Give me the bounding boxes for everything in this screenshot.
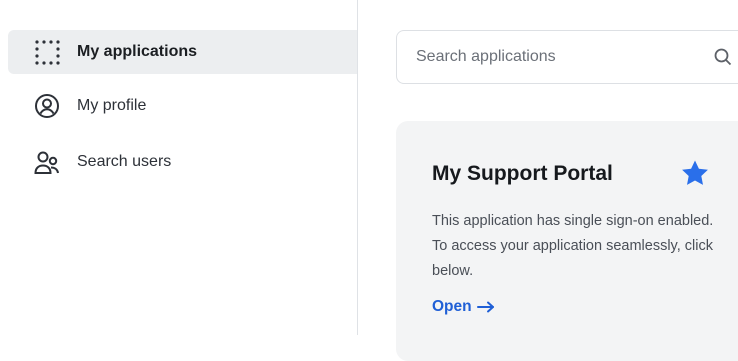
app-card-title: My Support Portal (432, 162, 613, 185)
sidebar: My applications My profile Search users (0, 0, 358, 335)
app-card: My Support Portal This application has s… (396, 121, 738, 361)
sidebar-item-search-users[interactable]: Search users (8, 140, 357, 184)
sidebar-item-my-applications[interactable]: My applications (8, 30, 357, 74)
user-circle-icon (34, 93, 60, 119)
users-icon (34, 149, 60, 175)
open-link-label: Open (432, 298, 472, 315)
search-input[interactable] (414, 47, 698, 67)
app-card-description: This application has single sign-on enab… (432, 213, 714, 279)
sidebar-item-my-profile[interactable]: My profile (8, 84, 357, 128)
grid-icon (34, 39, 60, 65)
search-box (396, 30, 738, 84)
open-link[interactable]: Open (432, 298, 495, 316)
sidebar-item-label: My applications (77, 43, 198, 60)
sidebar-item-label: Search users (77, 153, 172, 170)
search-icon[interactable] (713, 47, 733, 72)
arrow-right-icon (476, 301, 495, 313)
sidebar-item-label: My profile (77, 97, 147, 114)
star-icon[interactable] (680, 159, 710, 192)
